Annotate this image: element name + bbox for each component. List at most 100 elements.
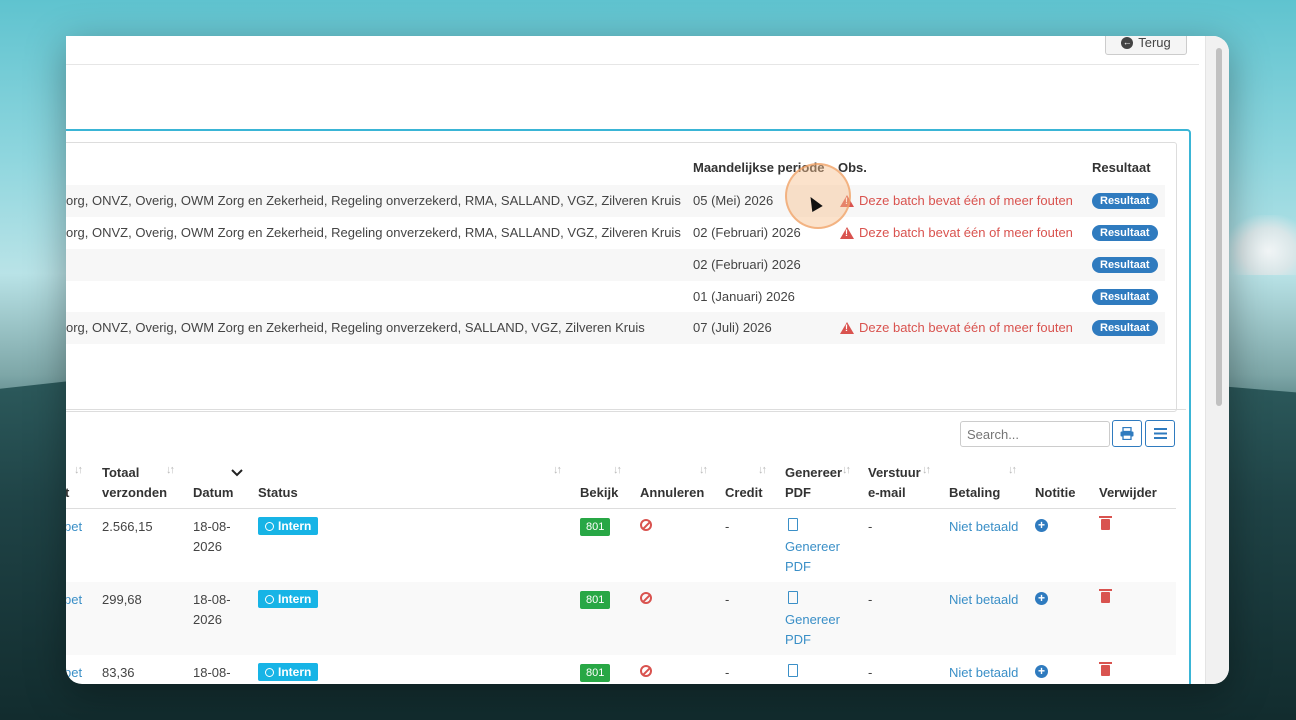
sort-icon[interactable]: ↓↑ <box>166 464 175 476</box>
header-status[interactable]: Status <box>258 482 298 503</box>
trash-icon[interactable] <box>1099 516 1112 530</box>
cell-email: - <box>868 592 873 607</box>
add-note-icon[interactable]: + <box>1035 665 1048 678</box>
batch-row: 01 (Januari) 2026 Resultaat <box>66 281 1165 313</box>
clock-icon <box>265 594 274 604</box>
header-total-line1[interactable]: Totaal <box>102 462 139 483</box>
arrow-left-circle-icon: ← <box>1121 36 1134 49</box>
batch-row: org, ONVZ, Overig, OWM Zorg en Zekerheid… <box>66 217 1165 249</box>
search-input[interactable] <box>960 421 1110 447</box>
status-badge: Intern <box>258 663 319 681</box>
header-date[interactable]: Datum <box>193 482 233 503</box>
chevron-down-icon[interactable] <box>231 469 243 477</box>
view-badge[interactable]: 801 <box>580 591 611 609</box>
cell-total: 83,36 <box>102 665 135 680</box>
batch-row: 02 (Februari) 2026 Resultaat <box>66 249 1165 281</box>
generate-pdf-link-line2[interactable]: PDF <box>785 557 811 577</box>
view-badge[interactable]: 801 <box>580 518 611 536</box>
view-badge[interactable]: 801 <box>580 664 611 682</box>
cell-col0[interactable]: pet <box>66 517 82 537</box>
warning-icon <box>840 227 854 239</box>
file-pdf-icon[interactable] <box>788 591 798 604</box>
header-pdf-line1[interactable]: Genereer <box>785 462 842 483</box>
warning-icon <box>840 322 854 334</box>
cell-date-line2: 2026 <box>193 539 222 554</box>
add-note-icon[interactable]: + <box>1035 519 1048 532</box>
result-button[interactable]: Resultaat <box>1092 320 1158 336</box>
header-email-line2[interactable]: e-mail <box>868 482 906 503</box>
file-pdf-icon[interactable] <box>788 518 798 531</box>
cell-date-line1: 18-08- <box>193 665 231 680</box>
cursor-highlight <box>785 163 851 229</box>
payment-link[interactable]: Niet betaald <box>949 517 1018 537</box>
cell-credit: - <box>725 665 730 680</box>
header-view[interactable]: Bekijk <box>580 482 618 503</box>
trash-icon[interactable] <box>1099 589 1112 603</box>
payment-link[interactable]: Niet betaald <box>949 663 1018 683</box>
generate-pdf-link-line1[interactable]: Genereer <box>785 610 840 630</box>
status-badge: Intern <box>258 517 319 535</box>
header-pdf-line2[interactable]: PDF <box>785 482 811 503</box>
sort-icon[interactable]: ↓↑ <box>699 464 708 476</box>
cell-total: 2.566,15 <box>102 519 153 534</box>
cancel-icon[interactable] <box>640 592 652 604</box>
table-row: pet 2.566,15 18-08- 2026 Intern 801 - Ge… <box>66 509 1176 582</box>
cancel-icon[interactable] <box>640 665 652 677</box>
add-note-icon[interactable]: + <box>1035 592 1048 605</box>
clock-icon <box>265 667 274 677</box>
cell-date-line1: 18-08- <box>193 519 231 534</box>
header-credit[interactable]: Credit <box>725 482 763 503</box>
batch-period: 02 (Februari) 2026 <box>693 257 801 272</box>
file-pdf-icon[interactable] <box>788 664 798 677</box>
status-label: Intern <box>278 592 312 606</box>
batch-obs: Deze batch bevat één of meer fouten <box>840 312 1073 344</box>
batch-period: 07 (Juli) 2026 <box>693 320 772 335</box>
cancel-icon[interactable] <box>640 519 652 531</box>
sort-icon[interactable]: ↓↑ <box>758 464 767 476</box>
generate-pdf-link-line1[interactable]: Genereer <box>785 537 840 557</box>
sort-icon[interactable]: ↓↑ <box>842 464 851 476</box>
column-menu-button[interactable] <box>1145 420 1175 447</box>
payment-link[interactable]: Niet betaald <box>949 590 1018 610</box>
batch-period: 02 (Februari) 2026 <box>693 225 801 240</box>
sort-icon[interactable]: ↓↑ <box>922 464 931 476</box>
result-button[interactable]: Resultaat <box>1092 193 1158 209</box>
header-delete: Verwijder <box>1099 485 1157 500</box>
header-cancel[interactable]: Annuleren <box>640 482 704 503</box>
sort-icon[interactable]: ↓↑ <box>613 464 622 476</box>
trash-icon[interactable] <box>1099 662 1112 676</box>
print-button[interactable] <box>1112 420 1142 447</box>
batch-obs-text: Deze batch bevat één of meer fouten <box>859 225 1073 240</box>
result-button[interactable]: Resultaat <box>1092 289 1158 305</box>
batch-insurers: org, ONVZ, Overig, OWM Zorg en Zekerheid… <box>66 225 681 240</box>
batch-obs-text: Deze batch bevat één of meer fouten <box>859 320 1073 335</box>
header-total-line2[interactable]: verzonden <box>102 482 167 503</box>
header-note: Notitie <box>1035 485 1076 500</box>
sort-icon[interactable]: ↓↑ <box>1008 464 1017 476</box>
table-row: pet 299,68 18-08- 2026 Intern 801 - Gene… <box>66 582 1176 655</box>
sort-icon[interactable]: ↓↑ <box>74 464 83 476</box>
header-email-line1[interactable]: Verstuur <box>868 462 921 483</box>
sort-icon[interactable]: ↓↑ <box>553 464 562 476</box>
vertical-scrollbar[interactable] <box>1205 36 1229 684</box>
scrollbar-thumb[interactable] <box>1216 48 1222 406</box>
generate-pdf-link-line2[interactable]: PDF <box>785 630 811 650</box>
batch-obs: Deze batch bevat één of meer fouten <box>840 217 1073 249</box>
section-divider <box>66 409 1186 410</box>
header-result[interactable]: Resultaat <box>1092 160 1151 175</box>
header-col0[interactable]: ort <box>66 482 69 503</box>
header-payment[interactable]: Betaling <box>949 482 1000 503</box>
batch-row: org, ONVZ, Overig, OWM Zorg en Zekerheid… <box>66 185 1165 217</box>
status-badge: Intern <box>258 590 319 608</box>
batch-obs-text: Deze batch bevat één of meer fouten <box>859 193 1073 208</box>
back-label: Terug <box>1138 36 1171 50</box>
hamburger-icon <box>1153 428 1167 439</box>
cell-col0[interactable]: pet <box>66 590 82 610</box>
cell-credit: - <box>725 592 730 607</box>
result-button[interactable]: Resultaat <box>1092 257 1158 273</box>
cell-col0[interactable]: pet <box>66 663 82 683</box>
cell-email: - <box>868 665 873 680</box>
background-cloud <box>1226 215 1296 275</box>
back-button[interactable]: ← Terug <box>1105 36 1187 55</box>
result-button[interactable]: Resultaat <box>1092 225 1158 241</box>
